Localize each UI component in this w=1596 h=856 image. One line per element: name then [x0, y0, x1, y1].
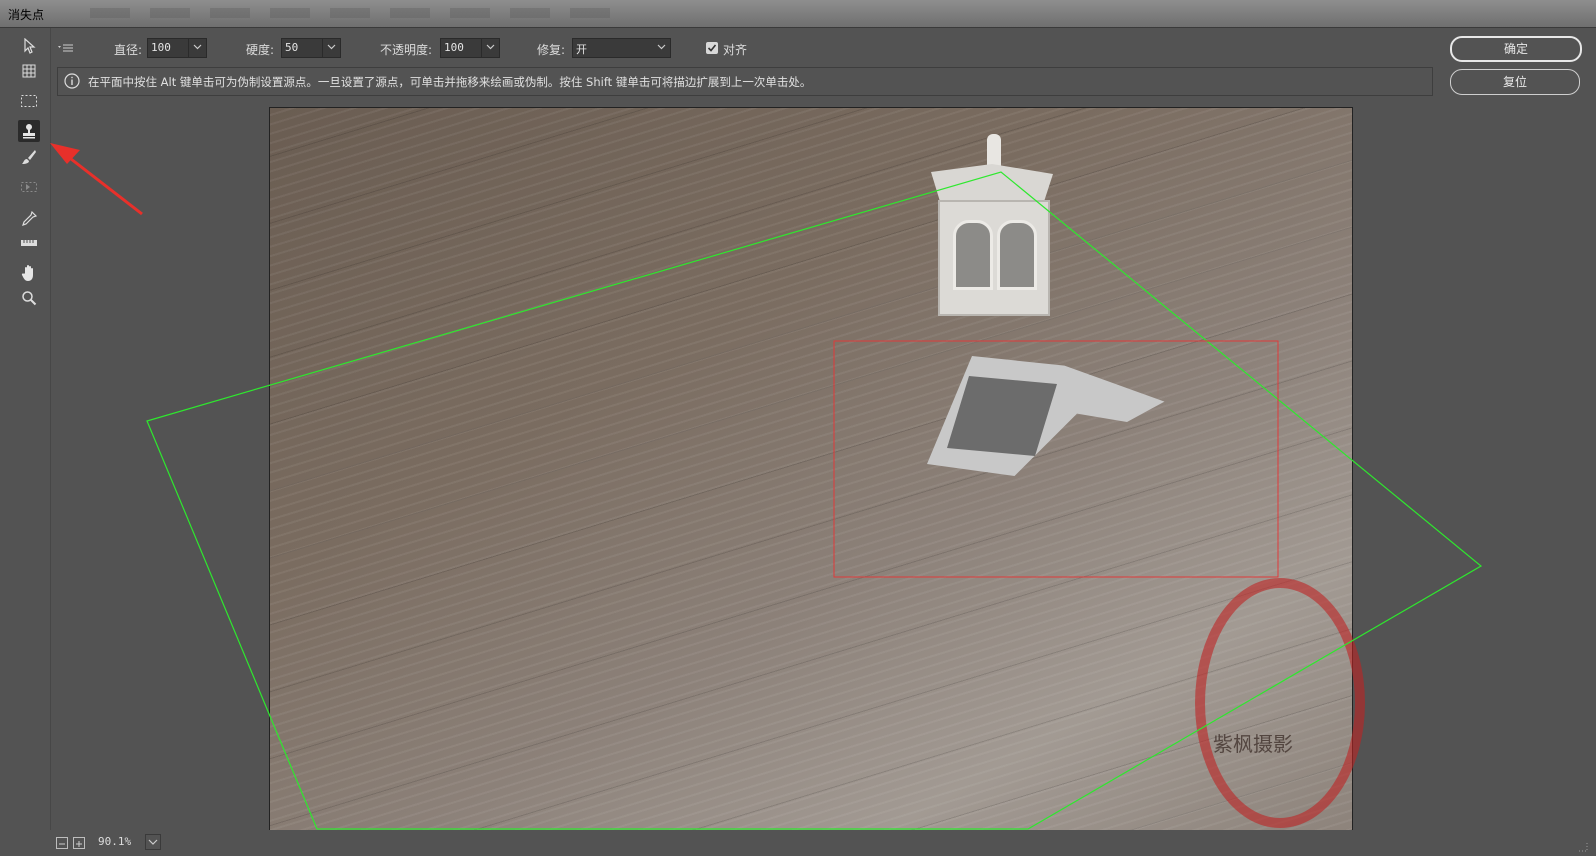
- hardness-value: 50: [285, 41, 299, 54]
- chevron-down-icon: [327, 44, 336, 50]
- info-text: 在平面中按住 Alt 键单击可为伪制设置源点。一旦设置了源点，可单击并拖移来绘画…: [88, 75, 812, 89]
- hand-icon: [21, 265, 33, 281]
- edit-plane-tool[interactable]: [18, 35, 40, 57]
- status-bar: 90.1%: [50, 830, 1596, 856]
- zoom-icon: [22, 291, 37, 306]
- marquee-icon: [21, 95, 37, 107]
- ok-button[interactable]: 确定: [1450, 36, 1582, 62]
- info-icon: [64, 73, 80, 89]
- zoom-dropdown[interactable]: [145, 834, 161, 850]
- panel-menu-icon: [58, 44, 73, 52]
- stamp-tool[interactable]: [18, 120, 40, 142]
- chevron-down-icon: [148, 839, 158, 845]
- opacity-combo[interactable]: 100: [440, 38, 500, 58]
- diameter-value: 100: [151, 41, 171, 54]
- brush-tool[interactable]: [18, 146, 40, 168]
- opacity-value: 100: [444, 41, 464, 54]
- watermark: 紫枫摄影: [1185, 578, 1365, 828]
- create-plane-icon: [22, 64, 36, 78]
- measure-tool[interactable]: [18, 232, 40, 254]
- heal-dropdown[interactable]: [653, 39, 670, 57]
- measure-icon: [21, 240, 37, 246]
- opacity-dropdown[interactable]: [481, 39, 499, 57]
- photo-canvas[interactable]: 紫枫摄影: [269, 107, 1365, 831]
- zoom-in-button[interactable]: [73, 837, 85, 849]
- diameter-dropdown[interactable]: [188, 39, 206, 57]
- heal-value: 开: [576, 43, 587, 56]
- heal-select[interactable]: 开: [572, 38, 671, 58]
- hardness-combo[interactable]: 50: [281, 38, 341, 58]
- magazine-object: [927, 356, 1177, 476]
- edit-plane-icon: [24, 38, 36, 54]
- diameter-combo[interactable]: 100: [147, 38, 207, 58]
- window-title: 消失点: [8, 8, 45, 22]
- lantern-object: [913, 134, 1053, 316]
- hardness-label: 硬度:: [246, 43, 275, 57]
- title-bar-background: [90, 8, 610, 18]
- create-plane-tool[interactable]: [18, 60, 40, 82]
- opacity-label: 不透明度:: [380, 43, 433, 57]
- eyedropper-icon: [22, 211, 37, 226]
- transform-icon: [21, 182, 37, 192]
- align-checkbox[interactable]: [706, 42, 718, 54]
- panel-menu-button[interactable]: [58, 42, 74, 56]
- transform-tool[interactable]: [18, 176, 40, 198]
- brush-icon: [22, 150, 36, 164]
- stamp-icon: [23, 124, 35, 139]
- zoom-value: 90.1%: [98, 835, 132, 848]
- chevron-down-icon: [193, 44, 202, 50]
- marquee-tool[interactable]: [18, 90, 40, 112]
- reset-button[interactable]: 复位: [1450, 69, 1580, 95]
- chevron-down-icon: [657, 44, 666, 50]
- zoom-out-button[interactable]: [56, 837, 68, 849]
- zoom-tool[interactable]: [18, 287, 40, 309]
- options-bar: 直径: 100 硬度: 50 不透明度: 100 修复: 开 对齐: [50, 28, 1596, 68]
- title-bar: 消失点: [0, 0, 1596, 28]
- watermark-text: 紫枫摄影: [1213, 732, 1293, 756]
- minus-icon: [59, 843, 65, 845]
- toolbox: [0, 28, 51, 856]
- eyedropper-tool[interactable]: [18, 208, 40, 230]
- align-label: 对齐: [723, 43, 748, 57]
- info-bar: 在平面中按住 Alt 键单击可为伪制设置源点。一旦设置了源点，可单击并拖移来绘画…: [57, 67, 1433, 96]
- hardness-dropdown[interactable]: [322, 39, 340, 57]
- resize-grip-icon[interactable]: [1578, 842, 1588, 852]
- heal-label: 修复:: [537, 43, 566, 57]
- plus-icon: [76, 841, 82, 847]
- chevron-down-icon: [486, 44, 495, 50]
- check-icon: [707, 44, 717, 52]
- hand-tool[interactable]: [18, 262, 40, 284]
- diameter-label: 直径:: [114, 43, 143, 57]
